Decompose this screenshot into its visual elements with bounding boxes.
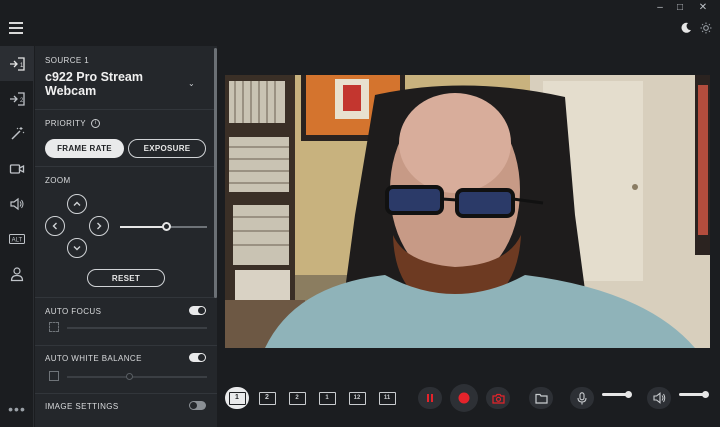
- white-balance-slider-handle: [126, 373, 133, 380]
- account-icon: [10, 266, 24, 281]
- chevron-right-icon: [97, 222, 102, 230]
- settings-panel: SOURCE 1 c922 Pro Stream Webcam ⌄ PRIORI…: [35, 46, 217, 427]
- white-balance-icon: [49, 371, 59, 381]
- pause-icon: [427, 394, 433, 402]
- priority-section-label: PRIORITY i: [45, 119, 100, 128]
- camera-select[interactable]: c922 Pro Stream Webcam: [45, 70, 175, 98]
- record-icon: [458, 392, 470, 404]
- mic-volume-handle[interactable]: [624, 391, 632, 398]
- reset-button[interactable]: RESET: [87, 269, 165, 287]
- pan-left-button[interactable]: [45, 216, 65, 236]
- image-settings-toggle[interactable]: [189, 401, 206, 410]
- speaker-volume-handle[interactable]: [701, 391, 709, 398]
- layout-split-12-icon: 12: [348, 391, 366, 405]
- dark-mode-moon-icon[interactable]: [680, 22, 692, 34]
- rail-item-source-1[interactable]: 1: [0, 46, 34, 81]
- zoom-slider-fill: [120, 226, 166, 228]
- divider: [35, 393, 217, 394]
- source-2-icon: 2: [10, 91, 25, 106]
- layout-split-11-icon: 11: [378, 391, 396, 405]
- divider: [35, 297, 217, 298]
- layout-pip-2-icon: 2: [288, 391, 306, 405]
- divider: [35, 109, 217, 110]
- frame-rate-button[interactable]: FRAME RATE: [45, 139, 124, 158]
- mic-button[interactable]: [570, 387, 594, 409]
- camera-snapshot-icon: [491, 393, 505, 404]
- exposure-button[interactable]: EXPOSURE: [128, 139, 206, 158]
- auto-white-balance-toggle[interactable]: [189, 353, 206, 362]
- pause-button[interactable]: [418, 387, 442, 409]
- title-bar: – □ ✕: [0, 0, 720, 18]
- auto-focus-label: AUTO FOCUS: [45, 307, 102, 316]
- layout-pip-2-button[interactable]: 2: [285, 387, 309, 409]
- chevron-up-icon: [73, 201, 81, 206]
- layout-single-button[interactable]: 1: [225, 387, 249, 409]
- rail-item-alt[interactable]: ALT: [0, 221, 34, 256]
- effects-wand-icon: [11, 126, 25, 140]
- image-settings-label: IMAGE SETTINGS: [45, 402, 119, 411]
- divider: [35, 345, 217, 346]
- layout-2-icon: 2: [258, 391, 276, 405]
- layout-1-icon: 1: [228, 391, 246, 405]
- source-1-icon: 1: [10, 56, 25, 71]
- nav-rail: 1 2 ALT •••: [0, 46, 34, 427]
- camera-icon: [9, 163, 25, 174]
- layout-split-12-button[interactable]: 12: [345, 387, 369, 409]
- panel-scrollbar[interactable]: [214, 48, 217, 298]
- auto-white-balance-label: AUTO WHITE BALANCE: [45, 354, 142, 363]
- theme-switcher: [680, 22, 712, 34]
- chevron-left-icon: [52, 222, 57, 230]
- maximize-button[interactable]: □: [670, 2, 690, 14]
- layout-pip-1-button[interactable]: 1: [315, 387, 339, 409]
- svg-text:ALT: ALT: [12, 237, 23, 243]
- zoom-slider-handle[interactable]: [161, 222, 171, 231]
- priority-label: PRIORITY: [45, 119, 86, 128]
- microphone-icon: [577, 391, 587, 404]
- snapshot-button[interactable]: [486, 387, 510, 409]
- focus-slider-track: [67, 327, 207, 329]
- chevron-down-icon[interactable]: ⌄: [188, 79, 195, 88]
- rail-item-source-2[interactable]: 2: [0, 81, 34, 116]
- layout-split-11-button[interactable]: 11: [375, 387, 399, 409]
- rail-item-camera[interactable]: [0, 151, 34, 186]
- minimize-button[interactable]: –: [650, 2, 670, 14]
- webcam-feed-image: [225, 75, 710, 348]
- layout-source-2-button[interactable]: 2: [255, 387, 279, 409]
- menu-icon[interactable]: [9, 22, 23, 34]
- folder-icon: [534, 393, 548, 404]
- alt-icon: ALT: [9, 233, 25, 244]
- pan-down-button[interactable]: [67, 238, 87, 258]
- info-icon[interactable]: i: [90, 119, 100, 128]
- divider: [35, 166, 217, 167]
- zoom-label: ZOOM: [45, 176, 71, 185]
- focus-target-icon: [49, 322, 59, 332]
- close-button[interactable]: ✕: [693, 2, 713, 14]
- pan-up-button[interactable]: [67, 194, 87, 214]
- speaker-icon: [10, 197, 24, 210]
- speaker-button[interactable]: [647, 387, 671, 409]
- pan-right-button[interactable]: [89, 216, 109, 236]
- open-folder-button[interactable]: [529, 387, 553, 409]
- white-balance-slider-track: [67, 376, 207, 378]
- rail-item-audio[interactable]: [0, 186, 34, 221]
- speaker-volume-icon: [652, 392, 665, 404]
- rail-item-account[interactable]: [0, 256, 34, 291]
- chevron-down-icon: [73, 246, 81, 251]
- source-label: SOURCE 1: [45, 56, 90, 65]
- light-mode-sun-icon[interactable]: [700, 22, 712, 34]
- webcam-preview: [225, 75, 710, 348]
- record-button[interactable]: [450, 384, 478, 412]
- auto-focus-toggle[interactable]: [189, 306, 206, 315]
- rail-item-effects[interactable]: [0, 116, 34, 151]
- layout-pip-1-icon: 1: [318, 391, 336, 405]
- more-options-icon[interactable]: •••: [0, 401, 34, 417]
